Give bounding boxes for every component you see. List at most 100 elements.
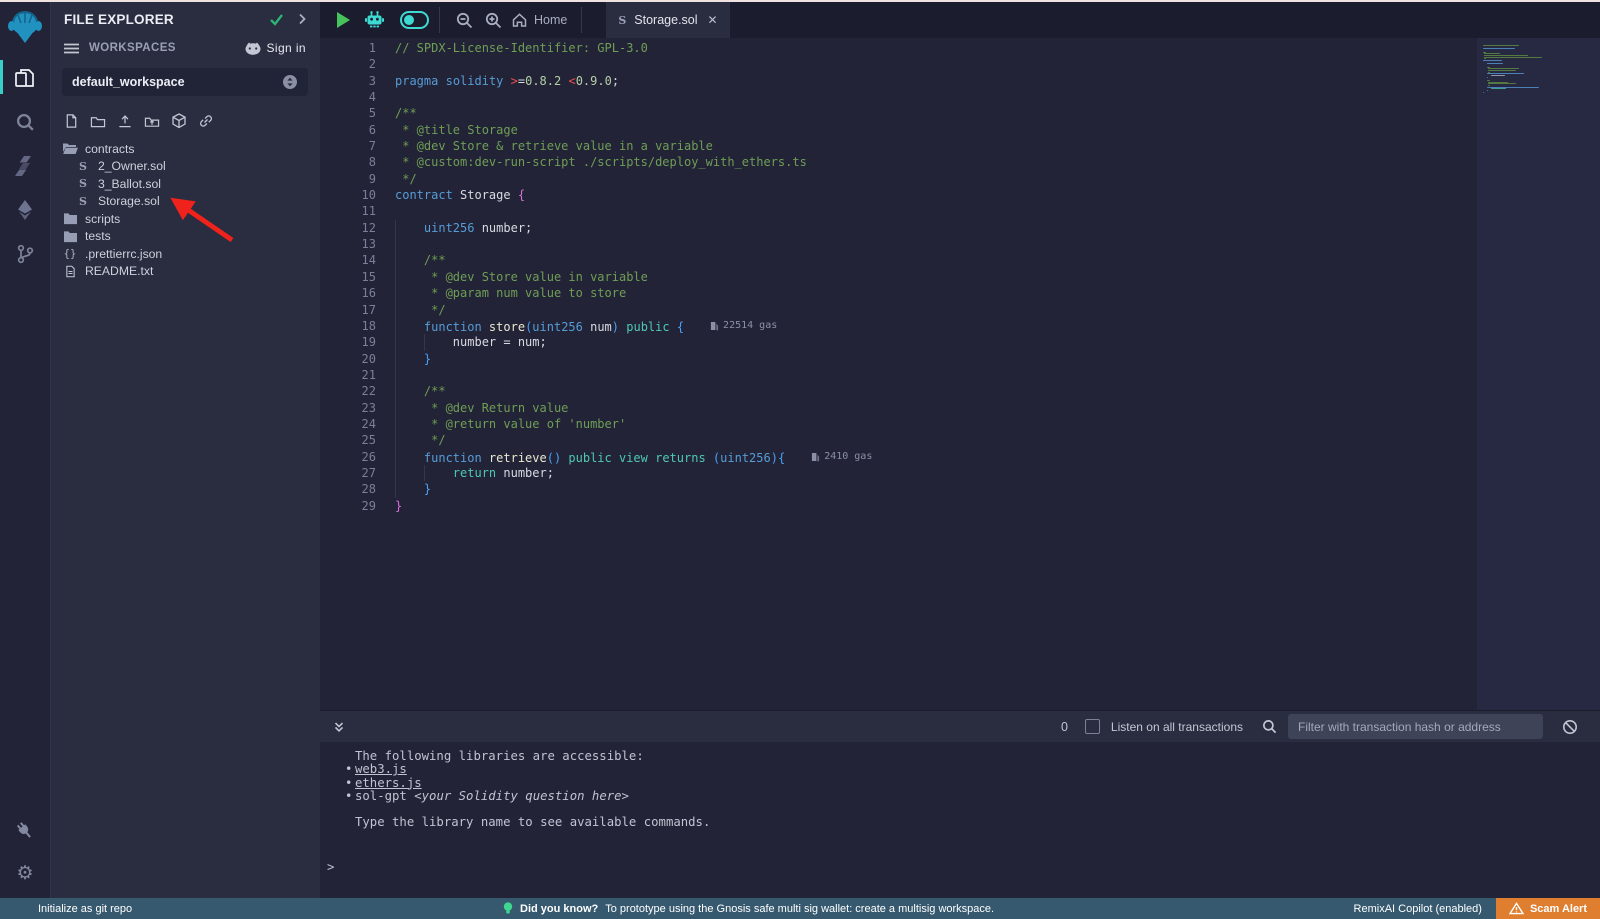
line-number: 10 <box>320 187 376 203</box>
link-icon[interactable] <box>198 113 214 129</box>
git-icon[interactable] <box>0 239 50 269</box>
folder-icon <box>62 212 78 225</box>
terminal-link-line: •web3.js <box>345 763 710 776</box>
gas-estimate-badge: 2410 gas <box>811 449 872 465</box>
tree-item-label: README.txt <box>85 264 153 278</box>
code-line-3: 3pragma solidity >=0.8.2 <0.9.0; <box>320 73 1477 89</box>
code-editor[interactable]: 1// SPDX-License-Identifier: GPL-3.023pr… <box>320 38 1600 710</box>
workspaces-menu-icon[interactable] <box>64 43 79 54</box>
line-number: 17 <box>320 302 376 318</box>
workspace-name: default_workspace <box>72 75 185 89</box>
deploy-run-icon[interactable] <box>0 195 50 225</box>
terminal-search-icon[interactable] <box>1262 719 1277 734</box>
sign-in-button[interactable]: Sign in <box>245 41 307 55</box>
tab-label: Storage.sol <box>634 13 697 27</box>
line-number: 29 <box>320 498 376 514</box>
tree-item-label: 3_Ballot.sol <box>98 177 161 191</box>
line-number: 12 <box>320 220 376 236</box>
code-line-7: 7 * @dev Store & retrieve value in a var… <box>320 138 1477 154</box>
code-line-23: 23 * @dev Return value <box>320 400 1477 416</box>
scam-alert-button[interactable]: Scam Alert <box>1496 898 1600 919</box>
code-line-16: 16 * @param num value to store <box>320 285 1477 301</box>
code-line-15: 15 * @dev Store value in variable <box>320 269 1477 285</box>
workspace-select[interactable]: default_workspace <box>62 68 308 96</box>
terminal-toolbar: 0 Listen on all transactions <box>320 710 1600 742</box>
terminal-library-link[interactable]: ethers.js <box>355 776 422 790</box>
code-line-4: 4 <box>320 89 1477 105</box>
editor-minimap[interactable] <box>1477 38 1600 710</box>
code-line-21: 21 <box>320 367 1477 383</box>
editor-tabstrip: Home S Storage.sol ✕ <box>320 2 1600 38</box>
folder-icon <box>62 230 78 243</box>
tree-item-scripts[interactable]: scripts <box>50 210 320 228</box>
code-line-1: 1// SPDX-License-Identifier: GPL-3.0 <box>320 40 1477 56</box>
copilot-toggle[interactable] <box>400 11 429 29</box>
code-line-19: 19 number = num; <box>320 334 1477 350</box>
panel-title: FILE EXPLORER <box>64 12 174 27</box>
tree-item-2-owner-sol[interactable]: S2_Owner.sol <box>50 158 320 176</box>
upload-file-icon[interactable] <box>117 114 133 129</box>
upload-folder-icon[interactable] <box>144 114 160 129</box>
window-top-border <box>0 0 1600 2</box>
workspaces-label: WORKSPACES <box>89 42 176 54</box>
tree-item--prettierrc-json[interactable]: {}.prettierrc.json <box>50 245 320 263</box>
file-toolbar <box>50 100 320 135</box>
terminal-prompt[interactable]: > <box>327 860 334 874</box>
terminal-collapse-icon[interactable] <box>332 720 346 734</box>
tree-item-3-ballot-sol[interactable]: S3_Ballot.sol <box>50 175 320 193</box>
tree-item-readme-txt[interactable]: README.txt <box>50 263 320 281</box>
solidity-icon: S <box>75 195 91 208</box>
code-line-27: 27 return number; <box>320 465 1477 481</box>
transaction-filter-input[interactable] <box>1288 714 1543 739</box>
status-bar: Initialize as git repo Did you know? To … <box>0 898 1600 919</box>
gas-estimate-badge: 22514 gas <box>710 318 777 334</box>
remix-logo-icon[interactable] <box>6 9 44 47</box>
github-icon <box>245 42 261 55</box>
plugin-manager-icon[interactable] <box>0 816 50 846</box>
code-line-20: 20 } <box>320 351 1477 367</box>
publish-box-icon[interactable] <box>171 113 187 129</box>
zoom-in-icon[interactable] <box>485 12 502 29</box>
compile-check-icon <box>269 13 284 26</box>
code-line-24: 24 * @return value of 'number' <box>320 416 1477 432</box>
code-line-28: 28 } <box>320 481 1477 497</box>
zoom-out-icon[interactable] <box>456 12 473 29</box>
tree-item-label: tests <box>85 229 111 243</box>
line-number: 3 <box>320 73 376 89</box>
tree-item-tests[interactable]: tests <box>50 228 320 246</box>
run-script-button[interactable] <box>337 12 350 28</box>
tab-close-icon[interactable]: ✕ <box>708 13 718 27</box>
line-number: 28 <box>320 481 376 497</box>
panel-expand-chevron-icon[interactable] <box>298 13 306 25</box>
search-icon[interactable] <box>0 107 50 137</box>
tree-item-storage-sol[interactable]: SStorage.sol <box>50 193 320 211</box>
line-number: 2 <box>320 56 376 72</box>
terminal-output[interactable]: The following libraries are accessible:•… <box>320 742 1600 898</box>
code-line-2: 2 <box>320 56 1477 72</box>
file-explorer-icon[interactable] <box>0 63 50 93</box>
listen-all-checkbox[interactable] <box>1085 719 1100 734</box>
lightbulb-icon <box>503 902 513 916</box>
tree-item-contracts[interactable]: contracts <box>50 140 320 158</box>
new-file-icon[interactable] <box>64 113 79 129</box>
copilot-status: RemixAI Copilot (enabled) <box>1354 903 1482 915</box>
tab-home[interactable]: Home <box>512 13 567 27</box>
terminal-library-link[interactable]: web3.js <box>355 762 407 776</box>
code-line-8: 8 * @custom:dev-run-script ./scripts/dep… <box>320 154 1477 170</box>
git-init-button[interactable]: Initialize as git repo <box>38 903 132 915</box>
tree-item-label: contracts <box>85 142 134 156</box>
workspace-dropdown-icon <box>282 74 298 90</box>
new-folder-icon[interactable] <box>90 114 106 129</box>
code-line-25: 25 */ <box>320 432 1477 448</box>
clear-console-icon[interactable] <box>1562 719 1578 735</box>
tab-storage-sol[interactable]: S Storage.sol ✕ <box>606 2 729 38</box>
code-line-6: 6 * @title Storage <box>320 122 1477 138</box>
settings-gear-icon[interactable]: ⚙ <box>0 858 50 888</box>
ai-copilot-robot-icon[interactable] <box>364 10 385 30</box>
terminal-line: •sol-gpt <your Solidity question here> <box>345 790 710 803</box>
code-line-13: 13 <box>320 236 1477 252</box>
line-number: 27 <box>320 465 376 481</box>
line-number: 11 <box>320 203 376 219</box>
solidity-compiler-icon[interactable] <box>0 151 50 181</box>
line-number: 5 <box>320 105 376 121</box>
